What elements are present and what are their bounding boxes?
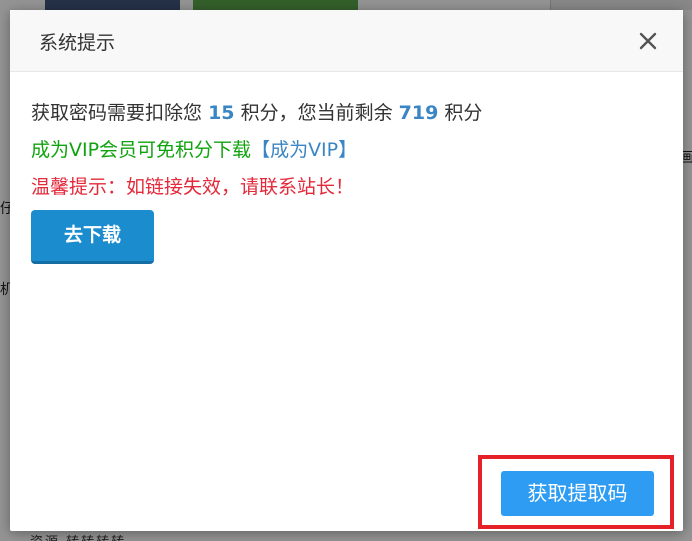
dialog-title: 系统提示 xyxy=(39,32,116,54)
vip-text: 成为VIP会员可免积分下载 xyxy=(31,139,252,161)
points-text: 积分 xyxy=(444,102,483,124)
points-info-line: 获取密码需要扣除您 15 积分，您当前剩余 719 积分 xyxy=(31,100,683,137)
points-cost: 15 xyxy=(208,102,235,124)
system-prompt-dialog: 系统提示 获取密码需要扣除您 15 积分，您当前剩余 719 积分 成为VIP会… xyxy=(10,10,683,531)
points-balance: 719 xyxy=(398,102,439,124)
points-text: 获取密码需要扣除您 xyxy=(31,102,203,124)
close-button[interactable] xyxy=(633,26,663,56)
dialog-header: 系统提示 xyxy=(10,10,683,72)
become-vip-link[interactable]: 【成为VIP】 xyxy=(251,139,357,161)
vip-info-line: 成为VIP会员可免积分下载【成为VIP】 xyxy=(31,137,683,174)
points-text: 积分，您当前剩余 xyxy=(240,102,393,124)
close-icon xyxy=(639,32,657,50)
get-extraction-code-button[interactable]: 获取提取码 xyxy=(501,471,654,516)
download-button[interactable]: 去下载 xyxy=(31,210,154,264)
dialog-body: 获取密码需要扣除您 15 积分，您当前剩余 719 积分 成为VIP会员可免积分… xyxy=(10,72,683,264)
warning-tip: 温馨提示：如链接失效，请联系站长！ xyxy=(31,176,355,198)
